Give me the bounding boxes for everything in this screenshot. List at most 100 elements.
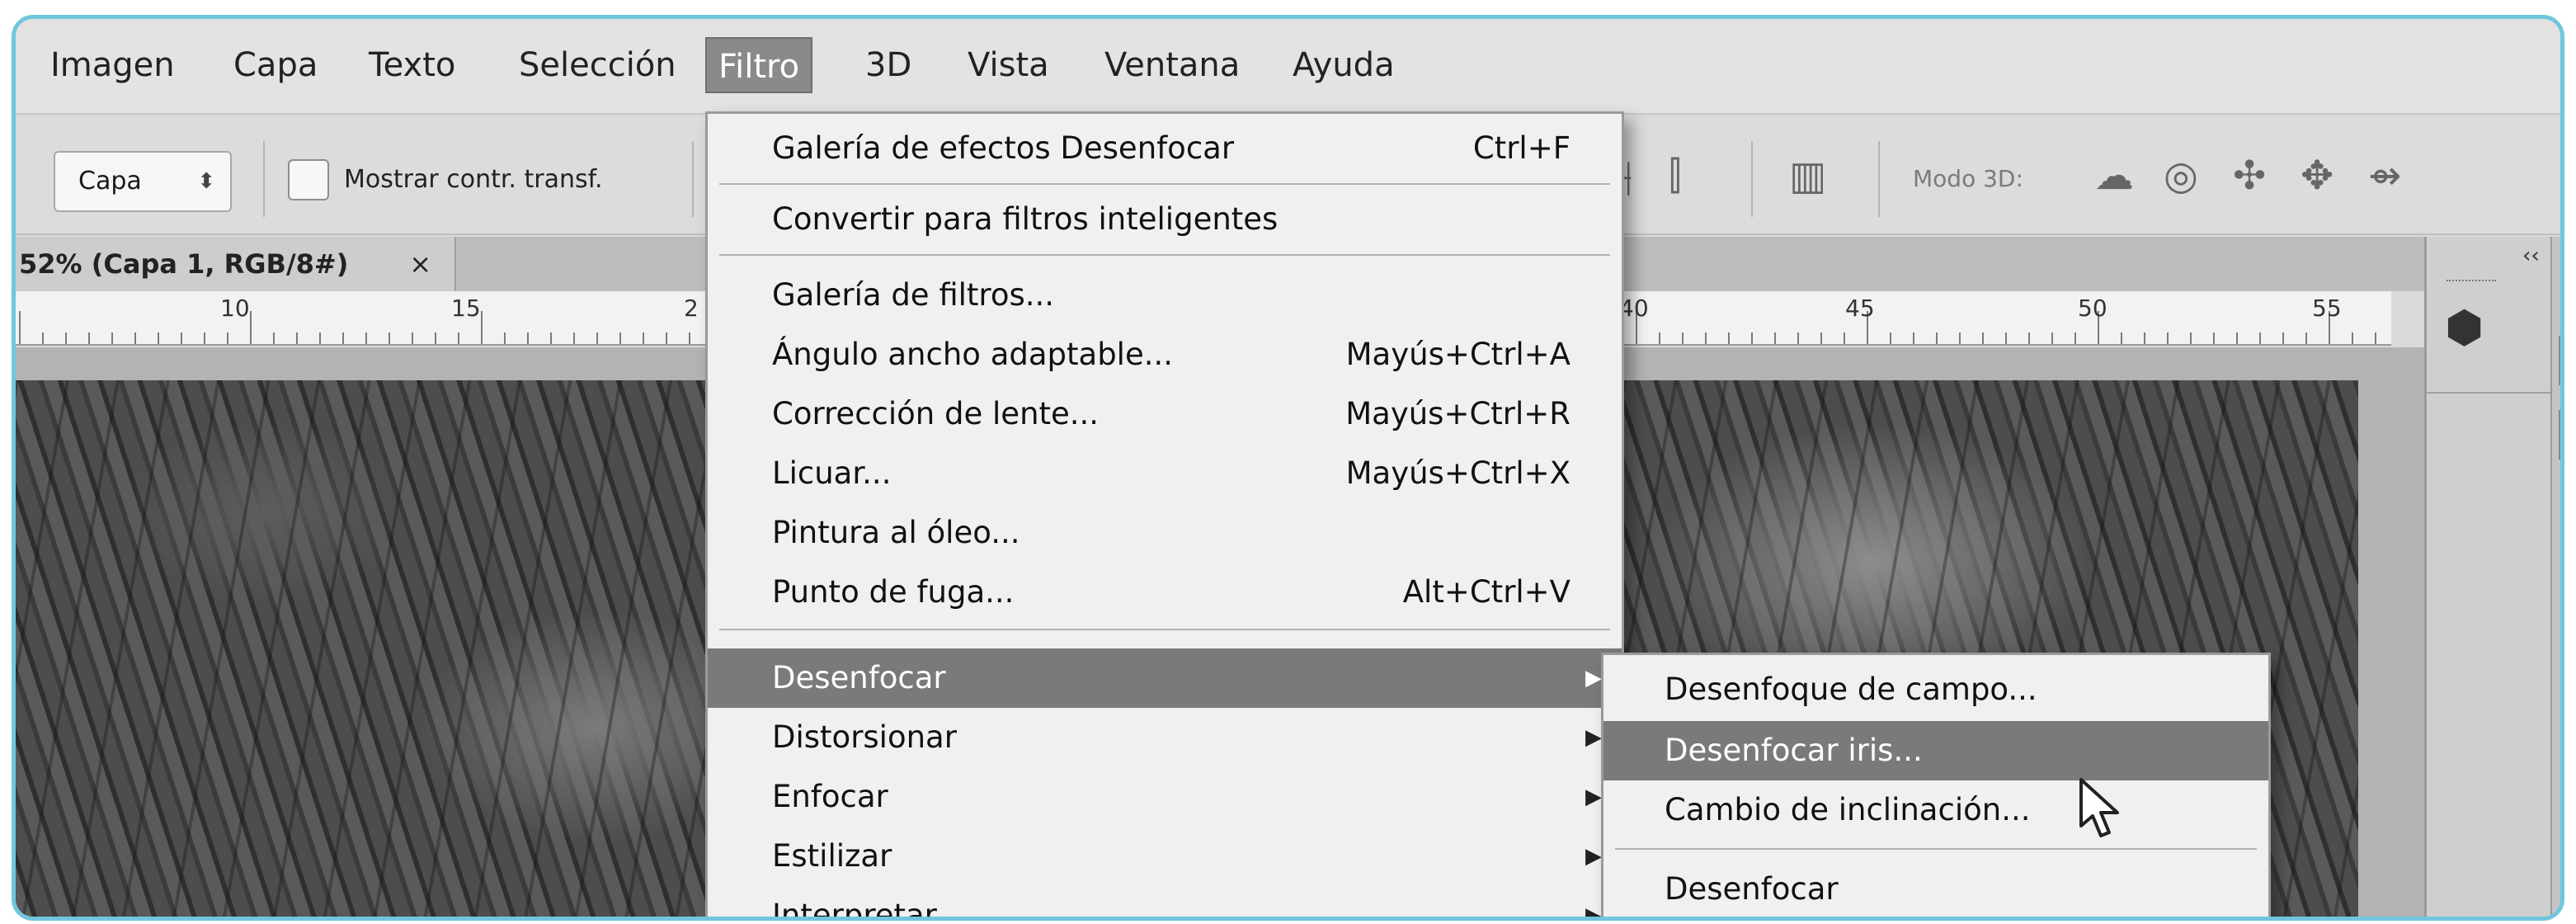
- menu-bar: Imagen Capa Texto Selección Filtro 3D Vi…: [16, 19, 2560, 115]
- menu-item-shortcut: Mayús+Ctrl+R: [1345, 396, 1571, 431]
- ruler-tick: [1982, 332, 1984, 344]
- panel-swatch[interactable]: [2559, 336, 2560, 385]
- menu-item-distort[interactable]: Distorsionar ▶: [708, 708, 1622, 767]
- distribute-icon[interactable]: ⫿: [1669, 151, 1681, 200]
- ruler-tick: [342, 332, 344, 344]
- ruler-tick: [550, 332, 552, 344]
- auto-select-value: Capa: [78, 167, 142, 196]
- ruler-tick: [389, 332, 390, 344]
- menu-item-shortcut: Ctrl+F: [1472, 130, 1571, 166]
- ruler-tick: [1705, 332, 1707, 344]
- menu-seleccion[interactable]: Selección: [507, 37, 688, 93]
- drag-3d-icon[interactable]: ✣: [2233, 151, 2266, 200]
- ruler-tick: [1659, 332, 1660, 344]
- 3d-cube-icon[interactable]: ⬢: [2445, 301, 2484, 354]
- menu-texto[interactable]: Texto: [357, 37, 467, 93]
- menu-item-label: Licuar...: [772, 455, 892, 491]
- submenu-item-tilt-shift[interactable]: Cambio de inclinación...: [1604, 780, 2268, 840]
- separator: [263, 141, 265, 217]
- ruler-tick: [1820, 332, 1822, 344]
- menu-item-shortcut: Mayús+Ctrl+X: [1345, 455, 1571, 491]
- close-icon[interactable]: ×: [409, 237, 431, 291]
- menu-item-shortcut: Alt+Ctrl+V: [1402, 574, 1571, 610]
- ruler-tick: [1959, 332, 1961, 344]
- menu-item-label: Distorsionar: [772, 719, 957, 755]
- menu-item-render[interactable]: Interpretar ▶: [708, 886, 1622, 921]
- ruler-tick: [2005, 332, 2007, 344]
- collapse-panel-icon[interactable]: ‹‹: [2522, 243, 2540, 268]
- ruler-tick: [1797, 332, 1799, 344]
- panel-divider: [2427, 392, 2550, 394]
- menu-item-vanishing-point[interactable]: Punto de fuga... Alt+Ctrl+V: [708, 563, 1622, 622]
- menu-vista[interactable]: Vista: [956, 37, 1061, 93]
- ruler-tick: [1913, 332, 1914, 344]
- menu-ayuda[interactable]: Ayuda: [1281, 37, 1406, 93]
- ruler-tick: [2352, 332, 2353, 344]
- ruler-tick: [573, 332, 575, 344]
- document-tab-title: 52% (Capa 1, RGB/8#): [19, 248, 349, 280]
- ruler-tick: [596, 332, 598, 344]
- ruler-label: 2: [684, 295, 699, 322]
- submenu-item-iris-blur[interactable]: Desenfocar iris...: [1604, 721, 2268, 780]
- submenu-item-blur[interactable]: Desenfocar: [1604, 860, 2268, 917]
- menu-capa[interactable]: Capa: [222, 37, 329, 93]
- menu-item-smart-filters[interactable]: Convertir para filtros inteligentes: [708, 190, 1622, 249]
- menu-item-adaptive-wide-angle[interactable]: Ángulo ancho adaptable... Mayús+Ctrl+A: [708, 325, 1622, 384]
- menu-item-label: Convertir para filtros inteligentes: [772, 201, 1279, 237]
- auto-align-icon[interactable]: ▥: [1789, 151, 1826, 200]
- submenu-arrow-icon: ▶: [1585, 666, 1602, 691]
- ruler-tick: [319, 332, 321, 344]
- roll-3d-icon[interactable]: ◎: [2164, 151, 2198, 200]
- ruler-tick: [643, 332, 644, 344]
- menu-item-label: Pintura al óleo...: [772, 515, 1020, 550]
- menu-item-label: Corrección de lente...: [772, 396, 1100, 431]
- ruler-tick: [2074, 332, 2076, 344]
- ruler-tick: [2167, 332, 2169, 344]
- scale-3d-icon[interactable]: ⇴: [2368, 151, 2401, 200]
- ruler-tick: [689, 332, 690, 344]
- ruler-tick: [2028, 332, 2030, 344]
- submenu-item-field-blur[interactable]: Desenfoque de campo...: [1604, 660, 2268, 719]
- menu-filtro[interactable]: Filtro: [705, 37, 813, 93]
- document-tab[interactable]: 52% (Capa 1, RGB/8#) ×: [16, 237, 456, 291]
- ruler-tick: [2236, 332, 2238, 344]
- separator: [1878, 141, 1880, 217]
- ruler-tick: [458, 332, 459, 344]
- ruler-tick: [2121, 332, 2122, 344]
- ruler-label: 10: [220, 295, 250, 322]
- menu-item-stylize[interactable]: Estilizar ▶: [708, 827, 1622, 886]
- menu-item-oil-paint[interactable]: Pintura al óleo...: [708, 503, 1622, 563]
- submenu-arrow-icon: ▶: [1585, 785, 1602, 809]
- menu-item-label: Enfocar: [772, 779, 888, 814]
- menu-separator: [719, 629, 1610, 630]
- menu-item-blur[interactable]: Desenfocar ▶: [708, 648, 1622, 708]
- menu-ventana[interactable]: Ventana: [1093, 37, 1251, 93]
- submenu-arrow-icon: ▶: [1585, 903, 1602, 921]
- panel-swatch[interactable]: [2559, 410, 2560, 460]
- menu-imagen[interactable]: Imagen: [39, 37, 186, 93]
- ruler-tick: [2282, 332, 2284, 344]
- menu-item-sharpen[interactable]: Enfocar ▶: [708, 767, 1622, 827]
- slide-3d-icon[interactable]: ✥: [2301, 151, 2333, 200]
- auto-select-dropdown[interactable]: Capa ⬍: [54, 151, 232, 212]
- filter-menu: Galería de efectos Desenfocar Ctrl+F Con…: [705, 111, 1624, 921]
- menu-item-label: Galería de efectos Desenfocar: [772, 130, 1235, 166]
- rotate-3d-icon[interactable]: ☁: [2094, 151, 2134, 200]
- show-transform-checkbox[interactable]: [288, 159, 329, 200]
- menu-item-label: Desenfocar iris...: [1665, 733, 1923, 768]
- ruler-tick: [666, 332, 667, 344]
- ruler-tick: [1844, 332, 1845, 344]
- menu-item-liquify[interactable]: Licuar... Mayús+Ctrl+X: [708, 444, 1622, 503]
- ruler-tick: [181, 332, 182, 344]
- menu-item-lens-correction[interactable]: Corrección de lente... Mayús+Ctrl+R: [708, 384, 1622, 444]
- menu-item-label: Punto de fuga...: [772, 574, 1015, 610]
- menu-3d[interactable]: 3D: [854, 37, 923, 93]
- menu-item-filter-gallery[interactable]: Galería de filtros...: [708, 266, 1622, 325]
- show-transform-label: Mostrar contr. transf.: [344, 165, 603, 194]
- panel-grip[interactable]: [2446, 280, 2496, 285]
- dropdown-arrows-icon: ⬍: [197, 169, 215, 194]
- menu-item-label: Galería de filtros...: [772, 277, 1055, 313]
- menu-item-blur-gallery[interactable]: Galería de efectos Desenfocar Ctrl+F: [708, 119, 1622, 178]
- ruler-tick: [2259, 332, 2261, 344]
- ruler-tick: [1728, 332, 1730, 344]
